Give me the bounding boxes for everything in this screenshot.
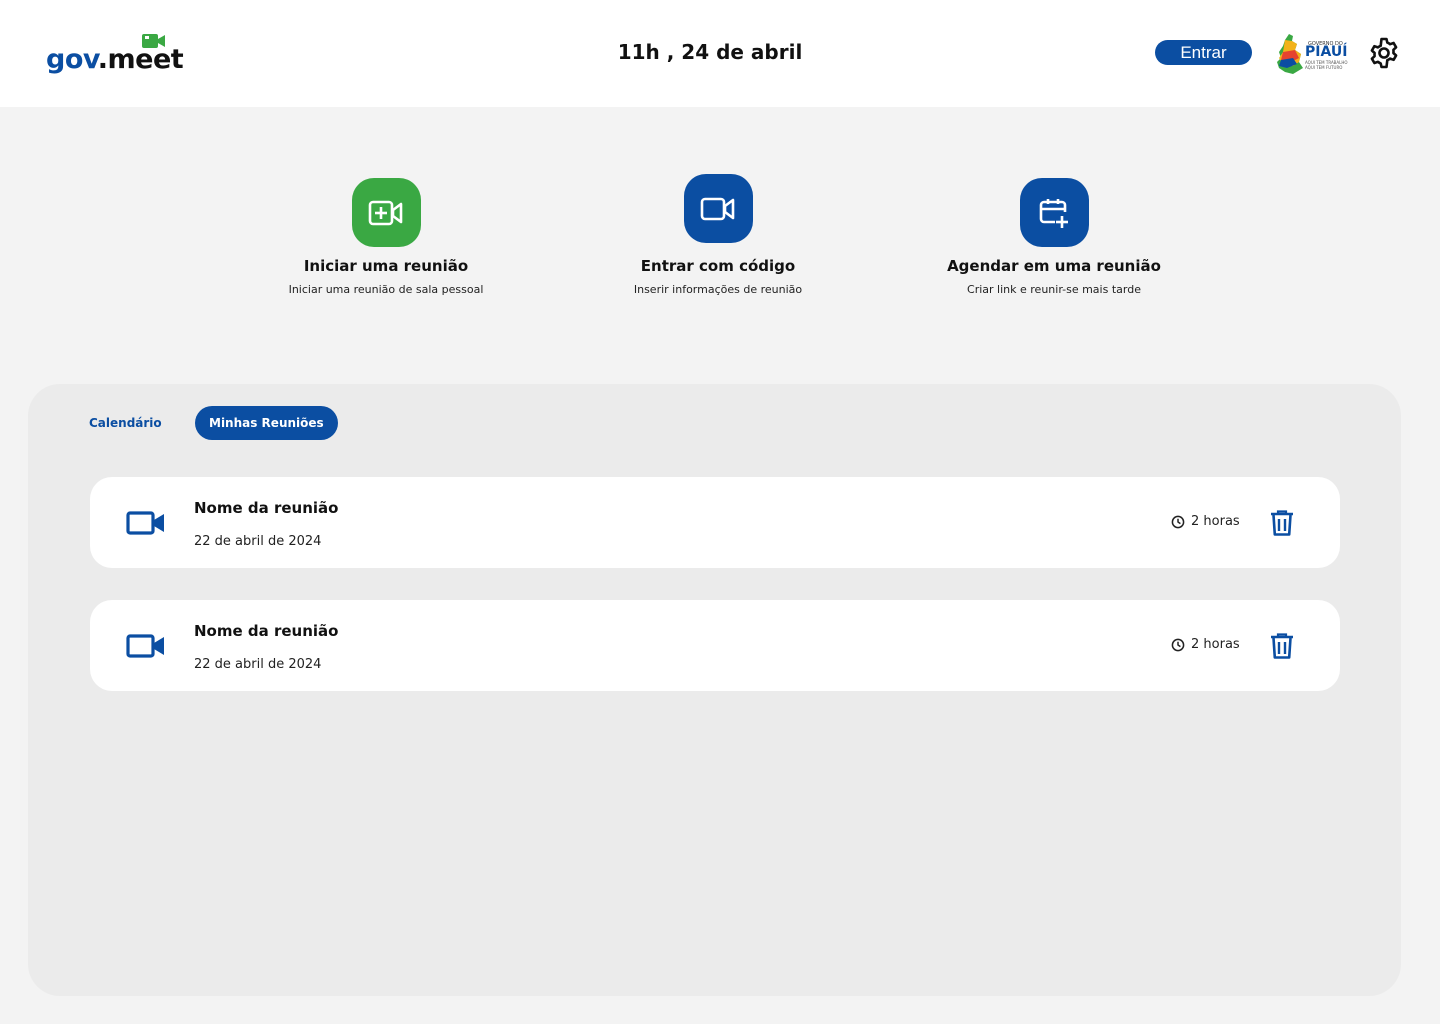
meeting-duration-label: 2 horas xyxy=(1191,514,1240,529)
login-button[interactable]: Entrar xyxy=(1155,40,1252,65)
meeting-duration-label: 2 horas xyxy=(1191,637,1240,652)
tab-calendar[interactable]: Calendário xyxy=(89,416,162,430)
trash-icon[interactable] xyxy=(1270,510,1294,536)
piaui-map-icon xyxy=(1277,34,1303,74)
video-icon xyxy=(126,511,164,535)
logo-gov: gov xyxy=(46,44,98,75)
join-with-code-subtitle: Inserir informações de reunião xyxy=(633,283,803,296)
video-icon xyxy=(126,634,164,658)
clock-icon xyxy=(1171,515,1185,528)
start-meeting-action[interactable]: Iniciar uma reunião Iniciar uma reunião … xyxy=(256,178,516,296)
meeting-card[interactable]: Nome da reunião 22 de abril de 2024 2 ho… xyxy=(90,477,1340,568)
gov-logo-name: PIAUÍ xyxy=(1305,44,1348,60)
schedule-meeting-title: Agendar em uma reunião xyxy=(947,257,1161,275)
calendar-plus-icon xyxy=(1039,198,1068,228)
join-with-code-button[interactable] xyxy=(683,174,753,243)
start-meeting-subtitle: Iniciar uma reunião de sala pessoal xyxy=(288,283,484,296)
meeting-date: 22 de abril de 2024 xyxy=(194,657,322,672)
schedule-meeting-action[interactable]: Agendar em uma reunião Criar link e reun… xyxy=(924,178,1184,296)
top-header: gov.meet 11h , 24 de abril Entrar GOVERN… xyxy=(0,0,1440,107)
clock-icon xyxy=(1171,638,1185,651)
video-plus-icon xyxy=(368,200,403,225)
schedule-meeting-subtitle: Criar link e reunir-se mais tarde xyxy=(967,283,1141,296)
tab-my-meetings[interactable]: Minhas Reuniões xyxy=(195,406,338,440)
meetings-panel: Calendário Minhas Reuniões Nome da reuni… xyxy=(28,384,1401,996)
logo-meet: .meet xyxy=(97,44,184,75)
meeting-title: Nome da reunião xyxy=(194,499,339,517)
join-with-code-action[interactable]: Entrar com código Inserir informações de… xyxy=(588,174,848,296)
gear-icon[interactable] xyxy=(1368,37,1400,69)
start-meeting-button[interactable] xyxy=(351,178,421,247)
schedule-meeting-button[interactable] xyxy=(1019,178,1089,247)
meeting-title: Nome da reunião xyxy=(194,622,339,640)
video-icon xyxy=(700,197,735,220)
join-with-code-title: Entrar com código xyxy=(640,257,796,275)
governo-piaui-logo: GOVERNO DO PIAUÍ AQUI TEM TRABALHO AQUI … xyxy=(1275,32,1348,76)
govmeet-logo[interactable]: gov.meet xyxy=(46,32,184,78)
meeting-card[interactable]: Nome da reunião 22 de abril de 2024 2 ho… xyxy=(90,600,1340,691)
gov-logo-slogan-2: AQUI TEM FUTURO xyxy=(1305,65,1343,70)
meeting-date: 22 de abril de 2024 xyxy=(194,534,322,549)
current-datetime: 11h , 24 de abril xyxy=(617,40,803,64)
trash-icon[interactable] xyxy=(1270,633,1294,659)
logo-text: gov.meet xyxy=(46,44,184,75)
meeting-duration: 2 horas xyxy=(1171,637,1240,652)
start-meeting-title: Iniciar uma reunião xyxy=(303,257,469,275)
meeting-duration: 2 horas xyxy=(1171,514,1240,529)
